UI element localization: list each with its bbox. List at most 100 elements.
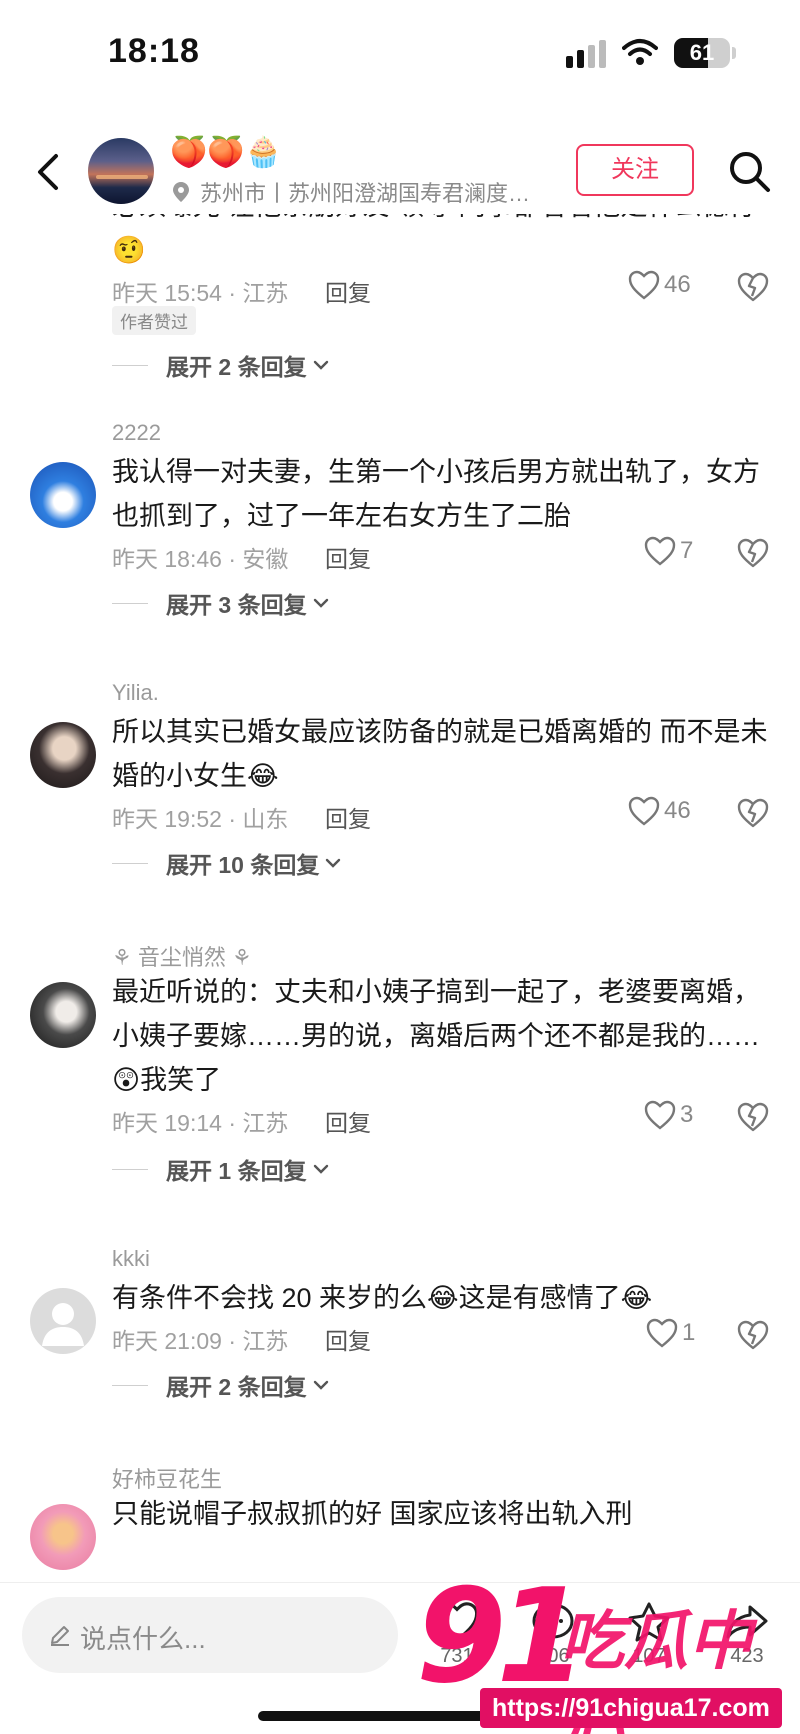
comment-count: 206 xyxy=(536,1645,570,1667)
battery-indicator: 61 xyxy=(674,38,730,68)
commenter-avatar[interactable] xyxy=(30,1504,96,1570)
dislike-icon[interactable] xyxy=(736,1100,770,1132)
bottom-action-bar: 说点什么... 731 206 107 423 xyxy=(0,1582,800,1734)
commenter-name[interactable]: 好柿豆花生 xyxy=(112,1462,222,1494)
author-name[interactable]: 🍑🍑🧁 xyxy=(170,136,282,170)
comment-text: 所以其实已婚女最应该防备的就是已婚离婚的 而不是未婚的小女生😂 xyxy=(112,710,772,798)
comment-text: 最近听说的：丈夫和小姨子搞到一起了，老婆要离婚，小姨子要嫁……男的说，离婚后两个… xyxy=(112,970,772,1102)
like-button[interactable]: 7 xyxy=(644,536,693,566)
like-post-button[interactable]: 731 xyxy=(422,1601,492,1668)
dislike-icon[interactable] xyxy=(736,270,770,302)
status-bar: 18:18 61 xyxy=(0,0,800,110)
post-header: 🍑🍑🧁 苏州市丨苏州阳澄湖国寿君澜度… 关注 xyxy=(0,130,800,214)
divider-line xyxy=(112,1168,148,1170)
comment-text-content: 最近听说的：丈夫和小姨子搞到一起了，老婆要离婚，小姨子要嫁……男的说，离婚后两个… xyxy=(112,977,760,1051)
expand-replies-text: 展开 2 条回复 xyxy=(166,1374,307,1400)
emoji-icon: 😲 xyxy=(112,1065,141,1095)
default-avatar-icon xyxy=(42,1303,84,1346)
heart-icon xyxy=(644,536,676,566)
author-avatar[interactable] xyxy=(88,138,154,204)
reply-button[interactable]: 回复 xyxy=(325,800,371,834)
emoji-icon: 😂 xyxy=(620,1283,653,1313)
share-icon xyxy=(726,1605,768,1639)
like-count: 1 xyxy=(682,1319,696,1346)
like-count: 7 xyxy=(680,537,694,564)
home-indicator xyxy=(258,1711,542,1721)
expand-replies-text: 展开 2 条回复 xyxy=(166,354,307,380)
commenter-avatar[interactable] xyxy=(30,1288,96,1354)
author-liked-badge: 作者赞过 xyxy=(112,306,196,335)
expand-replies[interactable]: 展开 10 条回复 xyxy=(112,846,341,880)
like-count: 46 xyxy=(664,797,691,824)
heart-icon xyxy=(628,270,660,300)
commenter-name[interactable]: ⚘ 音尘悄然 ⚘ xyxy=(112,940,252,972)
divider-line xyxy=(112,862,148,864)
heart-icon xyxy=(646,1318,678,1348)
commenter-avatar[interactable] xyxy=(30,462,96,528)
comment-meta: 昨天 19:14 · 江苏 xyxy=(112,1110,289,1136)
reply-button[interactable]: 回复 xyxy=(325,274,371,308)
wifi-icon xyxy=(622,39,658,65)
comment-button[interactable]: 206 xyxy=(518,1601,588,1668)
location-pin-icon xyxy=(173,182,189,202)
expand-replies[interactable]: 展开 2 条回复 xyxy=(112,348,329,382)
divider-line xyxy=(112,364,148,366)
expand-replies[interactable]: 展开 3 条回复 xyxy=(112,586,329,620)
cellular-signal-icon xyxy=(566,40,606,68)
like-button[interactable]: 46 xyxy=(628,270,691,300)
comment-meta: 昨天 19:52 · 山东 xyxy=(112,806,289,832)
comment-input[interactable]: 说点什么... xyxy=(22,1597,398,1673)
favorite-count: 107 xyxy=(632,1645,666,1667)
comment-meta: 昨天 21:09 · 江苏 xyxy=(112,1328,289,1354)
dislike-icon[interactable] xyxy=(736,796,770,828)
battery-text: 61 xyxy=(689,40,715,65)
divider-line xyxy=(112,1384,148,1386)
location-tag[interactable]: 苏州市丨苏州阳澄湖国寿君澜度… xyxy=(172,176,530,208)
expand-replies-text: 展开 1 条回复 xyxy=(166,1158,307,1184)
comment-text: 我认得一对夫妻，生第一个小孩后男方就出轨了，女方也抓到了，过了一年左右女方生了二… xyxy=(112,457,760,531)
status-time: 18:18 xyxy=(108,32,200,70)
comment-list[interactable]: 必须曝光 让他亲朋好友 领导 同事都看看他是什么德行🤨 昨天 15:54 · 江… xyxy=(0,200,800,1582)
battery-nub xyxy=(732,47,736,59)
comment-meta: 昨天 18:46 · 安徽 xyxy=(112,546,289,572)
commenter-name[interactable]: Yilia. xyxy=(112,680,159,706)
like-button[interactable]: 1 xyxy=(646,1318,695,1348)
comment-input-placeholder: 说点什么... xyxy=(80,1624,206,1654)
like-button[interactable]: 46 xyxy=(628,796,691,826)
comment-text-content: 所以其实已婚女最应该防备的就是已婚离婚的 而不是未婚的小女生 xyxy=(112,717,768,791)
commenter-name[interactable]: 2222 xyxy=(112,420,161,446)
commenter-name[interactable]: kkki xyxy=(112,1246,150,1272)
star-icon xyxy=(628,1602,670,1642)
like-count: 46 xyxy=(664,271,691,298)
follow-button[interactable]: 关注 xyxy=(576,144,694,196)
search-icon[interactable] xyxy=(726,148,774,196)
expand-replies-text: 展开 3 条回复 xyxy=(166,592,307,618)
reply-button[interactable]: 回复 xyxy=(325,1104,371,1138)
reply-button[interactable]: 回复 xyxy=(325,1322,371,1356)
dislike-icon[interactable] xyxy=(736,1318,770,1350)
comment-bubble-icon xyxy=(532,1603,574,1643)
chevron-down-icon xyxy=(313,598,328,608)
favorite-button[interactable]: 107 xyxy=(614,1601,684,1668)
comment-text: 只能说帽子叔叔抓的好 国家应该将出轨入刑 xyxy=(112,1499,633,1529)
comment-text: 有条件不会找 20 来岁的么😂这是有感情了😂 xyxy=(112,1276,772,1320)
reply-button[interactable]: 回复 xyxy=(325,540,371,574)
commenter-avatar[interactable] xyxy=(30,722,96,788)
comment-text-content: 有条件不会找 20 来岁的么 xyxy=(112,1283,428,1313)
chevron-down-icon xyxy=(313,1164,328,1174)
chevron-down-icon xyxy=(326,858,341,868)
like-button[interactable]: 3 xyxy=(644,1100,693,1130)
emoji-icon: 😂 xyxy=(427,1283,459,1313)
share-button[interactable]: 423 xyxy=(712,1601,782,1668)
expand-replies[interactable]: 展开 2 条回复 xyxy=(112,1368,329,1402)
like-count: 731 xyxy=(440,1645,474,1667)
commenter-avatar[interactable] xyxy=(30,982,96,1048)
back-icon[interactable] xyxy=(30,148,70,196)
dislike-icon[interactable] xyxy=(736,536,770,568)
like-count: 3 xyxy=(680,1101,694,1128)
comment-meta: 昨天 15:54 · 江苏 xyxy=(112,280,289,306)
share-count: 423 xyxy=(730,1645,764,1667)
expand-replies[interactable]: 展开 1 条回复 xyxy=(112,1152,329,1186)
heart-icon xyxy=(644,1100,676,1130)
expand-replies-text: 展开 10 条回复 xyxy=(166,852,320,878)
